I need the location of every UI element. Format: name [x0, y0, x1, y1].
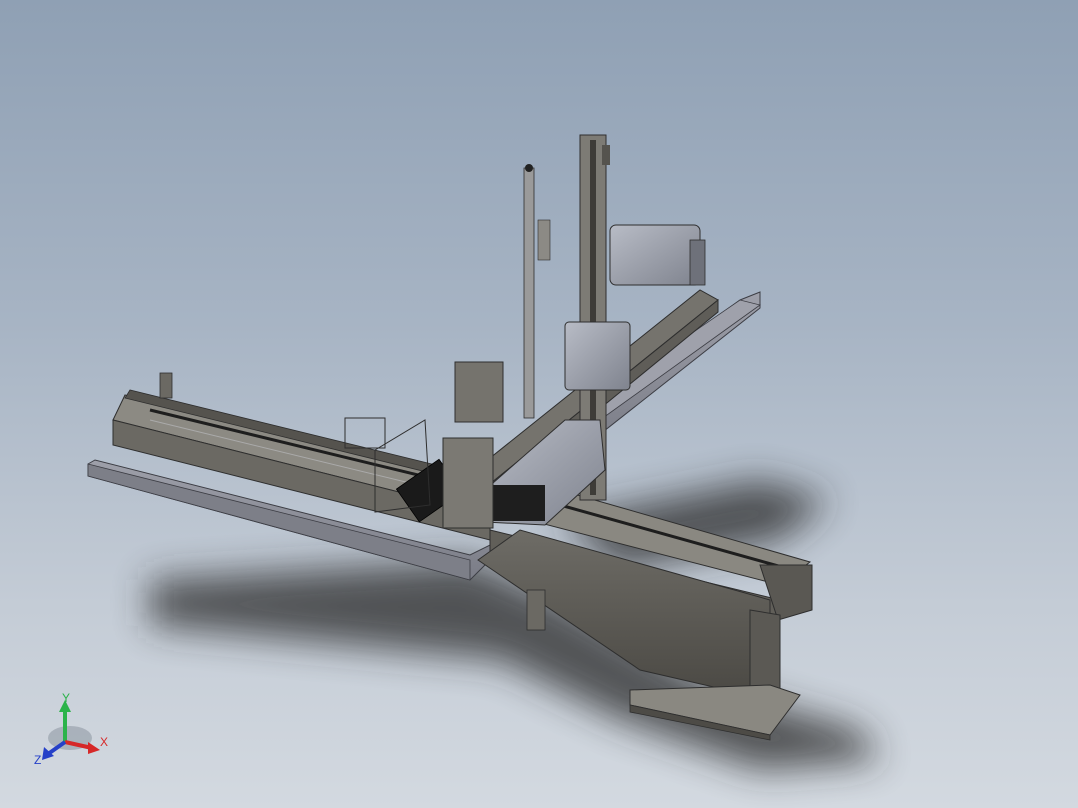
z-axis-label: Z: [34, 753, 41, 767]
y-axis-label: Y: [62, 691, 70, 705]
y-axis-motor[interactable]: [564, 321, 631, 391]
z-axis-motor[interactable]: [609, 224, 706, 286]
hanging-bracket: [526, 589, 546, 631]
x-axis-arrow: [88, 742, 100, 754]
coordinate-triad-icon: Y X Z: [34, 691, 108, 767]
gantry-robot-model[interactable]: [0, 0, 1078, 808]
cad-viewport[interactable]: Y X Z: [0, 0, 1078, 808]
sensor-pole[interactable]: [523, 164, 551, 419]
end-stop-left: [159, 372, 173, 399]
x-axis-label: X: [100, 735, 108, 749]
